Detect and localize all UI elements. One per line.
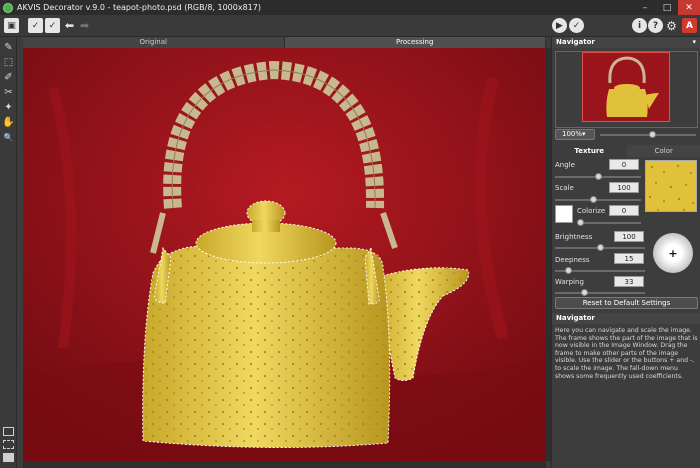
warping-field[interactable]: 33 — [614, 276, 644, 287]
app-logo-icon — [3, 2, 13, 13]
view-split-icon[interactable] — [3, 440, 14, 449]
colorize-label: Colorize — [577, 207, 606, 215]
save-preset-icon[interactable]: ✓ — [45, 18, 60, 33]
scale-slider-knob[interactable] — [590, 196, 598, 203]
brightness-slider-knob[interactable] — [596, 244, 604, 251]
zoom-tool-icon[interactable]: 🔍 — [2, 131, 15, 144]
zoom-dropdown[interactable]: 100%▾ — [555, 129, 595, 140]
colorize-slider[interactable] — [577, 222, 641, 224]
warping-label: Warping — [555, 278, 584, 286]
light-direction-control[interactable]: + — [653, 233, 693, 273]
navigator-header: Navigator ▾ — [552, 37, 700, 48]
view-fill-icon[interactable] — [3, 453, 14, 462]
apply-icon[interactable]: ✓ — [569, 18, 584, 33]
window-title: AKVIS Decorator v.9.0 - teapot-photo.psd… — [17, 3, 261, 12]
help-header: Navigator — [552, 313, 700, 324]
toolbar: ▣ ✓ ✓ ⬅ ➡ ▶ ✓ i ? ⚙ A — [0, 15, 700, 37]
deepness-field[interactable]: 15 — [614, 253, 644, 264]
minimize-button[interactable]: – — [634, 0, 656, 15]
tab-processing[interactable]: Processing — [284, 37, 546, 48]
teapot-image — [23, 48, 546, 461]
help-icon[interactable]: ? — [648, 18, 663, 33]
warping-slider-knob[interactable] — [581, 289, 589, 296]
settings-panel: Navigator ▾ 100%▾ Texture Color Angle 0 … — [551, 37, 700, 468]
akvis-brand-icon[interactable]: A — [682, 18, 697, 33]
zoom-slider-knob[interactable] — [649, 131, 657, 138]
load-preset-icon[interactable]: ✓ — [28, 18, 43, 33]
view-single-icon[interactable] — [3, 427, 14, 436]
deepness-slider-knob[interactable] — [565, 267, 572, 274]
reset-defaults-button[interactable]: Reset to Default Settings — [555, 297, 698, 309]
angle-slider-knob[interactable] — [594, 173, 602, 180]
image-canvas[interactable] — [23, 48, 546, 461]
title-bar: AKVIS Decorator v.9.0 - teapot-photo.psd… — [0, 0, 700, 15]
light-source-crosshair-icon[interactable]: + — [668, 247, 677, 260]
window-controls: – □ ✕ — [634, 0, 700, 15]
brightness-label: Brightness — [555, 233, 593, 241]
undo-icon[interactable]: ⬅ — [62, 18, 77, 33]
selection-tool-icon[interactable]: ⬚ — [2, 56, 15, 69]
scale-label: Scale — [555, 184, 574, 192]
open-image-icon[interactable]: ▣ — [4, 18, 19, 33]
redo-icon[interactable]: ➡ — [77, 18, 92, 33]
view-tabs: Original Processing — [23, 37, 546, 48]
help-text: Here you can navigate and scale the imag… — [555, 327, 698, 380]
scale-slider[interactable] — [555, 199, 641, 201]
texture-swatch[interactable] — [645, 160, 697, 212]
panel-menu-caret-icon[interactable]: ▾ — [692, 37, 696, 48]
deepness-label: Deepness — [555, 256, 590, 264]
info-icon[interactable]: i — [632, 18, 647, 33]
angle-field[interactable]: 0 — [609, 159, 639, 170]
horizontal-scrollbar[interactable] — [23, 461, 546, 468]
settings-tabs: Texture Color — [552, 145, 700, 157]
close-button[interactable]: ✕ — [678, 0, 700, 15]
brightness-field[interactable]: 100 — [614, 231, 644, 242]
texture-preview — [646, 161, 696, 211]
brush-tool-icon[interactable]: ✐ — [2, 71, 15, 84]
scale-field[interactable]: 100 — [609, 182, 639, 193]
tab-color[interactable]: Color — [626, 145, 700, 157]
hand-tool-icon[interactable]: ✋ — [2, 116, 15, 129]
magic-brush-tool-icon[interactable]: ✦ — [2, 101, 15, 114]
navigator-title: Navigator — [556, 38, 595, 46]
tab-texture[interactable]: Texture — [552, 145, 627, 157]
angle-label: Angle — [555, 161, 575, 169]
lasso-tool-icon[interactable]: ✂ — [2, 86, 15, 99]
tab-original[interactable]: Original — [23, 37, 285, 48]
warping-slider[interactable] — [555, 292, 645, 294]
maximize-button[interactable]: □ — [656, 0, 678, 15]
navigator-thumbnail — [583, 53, 669, 121]
zoom-slider[interactable] — [600, 134, 696, 136]
settings-gear-icon[interactable]: ⚙ — [664, 18, 679, 33]
navigator-preview[interactable] — [582, 52, 670, 122]
colorize-color-swatch[interactable] — [555, 205, 573, 223]
colorize-slider-knob[interactable] — [576, 219, 584, 226]
colorize-field[interactable]: 0 — [609, 205, 639, 216]
tools-bar: ✎ ⬚ ✐ ✂ ✦ ✋ 🔍 — [0, 37, 17, 468]
run-icon[interactable]: ▶ — [552, 18, 567, 33]
eraser-tool-icon[interactable]: ✎ — [2, 41, 15, 54]
